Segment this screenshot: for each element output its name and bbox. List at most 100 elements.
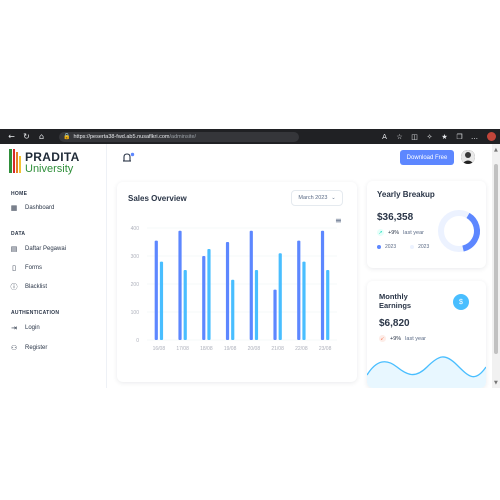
scroll-down-icon[interactable]: ▼: [494, 380, 498, 386]
chart-bar-series-2[interactable]: [254, 270, 259, 340]
lock-icon: 🔒: [63, 133, 71, 140]
notification-bell-icon[interactable]: [122, 152, 135, 164]
monthly-earnings-card: Monthly Earnings $ $6,820 ↙ +9% last yea…: [367, 281, 486, 388]
y-tick-label: 400: [131, 226, 140, 232]
brand-mark-icon: [9, 149, 21, 173]
monthly-earnings-title: Monthly Earnings: [379, 292, 412, 310]
user-plus-icon: ⚇: [10, 343, 18, 352]
chart-bar-series-1[interactable]: [178, 230, 182, 340]
brand-subtitle: University: [25, 163, 74, 175]
sidebar-item-forms[interactable]: ▯ Forms: [10, 262, 100, 273]
alert-circle-icon: ⓘ: [10, 282, 18, 291]
chart-bar-series-2[interactable]: [183, 270, 187, 340]
sales-overview-title: Sales Overview: [128, 194, 187, 203]
x-tick-label: 21/08: [271, 346, 284, 352]
address-bar[interactable]: 🔒 https://peserta38-fwd.ab5.nusaflkri.co…: [59, 131, 299, 142]
dashboard-icon: ▦: [10, 203, 18, 212]
section-title-data: DATA: [11, 231, 26, 237]
favorites-icon[interactable]: ★: [438, 133, 451, 141]
monthly-change-percent: +9%: [390, 335, 402, 342]
chart-bar-series-2[interactable]: [326, 270, 330, 340]
month-select[interactable]: March 2023 ⌄: [291, 190, 343, 206]
browser-toolbar: ← ↻ ⌂ 🔒 https://peserta38-fwd.ab5.nusafl…: [0, 129, 500, 144]
collections-icon[interactable]: ❐: [453, 133, 466, 141]
download-free-button[interactable]: Download Free: [400, 150, 454, 165]
sidebar-item-label: Blacklist: [25, 283, 48, 290]
y-tick-label: 100: [131, 310, 140, 316]
chart-bar-series-1[interactable]: [249, 230, 253, 340]
chart-bar-series-1[interactable]: [273, 289, 277, 340]
split-screen-icon[interactable]: ◫: [408, 133, 421, 141]
legend-dot: [410, 245, 415, 249]
monthly-change-note: last year: [405, 335, 426, 342]
legend-label: 2023: [418, 244, 430, 250]
chart-bar-series-1[interactable]: [320, 230, 325, 340]
chart-bar-series-1[interactable]: [202, 256, 206, 340]
extensions-icon[interactable]: ✧: [423, 133, 436, 141]
page-scrollbar[interactable]: ▲ ▼: [492, 144, 500, 388]
more-options-icon[interactable]: …: [468, 133, 481, 141]
x-tick-label: 23/08: [319, 346, 332, 352]
yearly-donut-chart: [438, 210, 480, 253]
chart-bar-series-2[interactable]: [207, 249, 211, 340]
legend-dot: [377, 245, 381, 249]
yearly-legend: 2023 2023: [377, 244, 439, 250]
sidebar-item-login[interactable]: ⇥ Login: [10, 322, 100, 333]
yearly-breakup-card: Yearly Breakup $36,358 ↗ +9% last year 2…: [367, 181, 486, 268]
sidebar-item-blacklist[interactable]: ⓘ Blacklist: [10, 281, 100, 292]
refresh-icon[interactable]: ↻: [19, 132, 34, 141]
chart-bar-series-2[interactable]: [159, 261, 164, 340]
yearly-change-percent: +9%: [388, 229, 400, 236]
sidebar-item-daftar-pegawai[interactable]: ▤ Daftar Pegawai: [10, 243, 100, 254]
yearly-breakup-title: Yearly Breakup: [377, 190, 435, 199]
x-tick-label: 16/08: [153, 346, 166, 352]
y-tick-label: 200: [131, 282, 140, 288]
browser-window: ← ↻ ⌂ 🔒 https://peserta38-fwd.ab5.nusafl…: [0, 129, 500, 388]
avatar[interactable]: [461, 150, 475, 164]
section-title-home: HOME: [11, 191, 28, 197]
sidebar: PRADITA University HOME ▦ Dashboard DATA…: [0, 144, 107, 388]
chevron-down-icon: ⌄: [331, 195, 336, 201]
chart-bar-series-1[interactable]: [225, 242, 230, 340]
scrollbar-thumb[interactable]: [494, 164, 498, 354]
sidebar-item-label: Daftar Pegawai: [25, 245, 67, 252]
x-tick-label: 22/08: [295, 346, 308, 352]
sidebar-item-register[interactable]: ⚇ Register: [10, 342, 100, 353]
scroll-up-icon[interactable]: ▲: [494, 147, 498, 153]
topbar: Download Free: [107, 144, 492, 174]
x-tick-label: 19/08: [224, 346, 237, 352]
sidebar-item-label: Login: [25, 324, 40, 331]
arrow-up-icon: ↗: [377, 229, 384, 236]
browser-actions: A ☆ ◫ ✧ ★ ❐ …: [378, 132, 496, 141]
chart-bar-series-2[interactable]: [302, 261, 306, 340]
profile-avatar[interactable]: [487, 132, 496, 141]
section-title-authentication: AUTHENTICATION: [11, 310, 60, 316]
sidebar-item-label: Register: [25, 344, 48, 351]
home-icon[interactable]: ⌂: [34, 132, 49, 141]
chart-bar-series-1[interactable]: [297, 240, 301, 340]
y-tick-label: 300: [131, 254, 140, 260]
dollar-icon[interactable]: $: [453, 294, 469, 310]
read-aloud-icon[interactable]: A: [378, 133, 391, 141]
month-select-value: March 2023: [298, 195, 328, 201]
yearly-change-note: last year: [403, 229, 424, 236]
brand-name: PRADITA: [25, 150, 80, 164]
chart-bar-series-1[interactable]: [154, 240, 158, 340]
favorite-icon[interactable]: ☆: [393, 133, 406, 141]
x-tick-label: 20/08: [248, 346, 261, 352]
url-host: https://peserta38-fwd.ab5.nusaflkri.com: [73, 133, 170, 140]
x-tick-label: 18/08: [200, 346, 213, 352]
monthly-change: ↙ +9% last year: [379, 335, 426, 342]
login-icon: ⇥: [11, 323, 17, 332]
sidebar-item-label: Forms: [25, 264, 42, 271]
back-icon[interactable]: ←: [4, 132, 19, 141]
x-tick-label: 17/08: [176, 346, 189, 352]
page: ← ↻ ⌂ 🔒 https://peserta38-fwd.ab5.nusafl…: [0, 0, 500, 500]
chart-bar-series-2[interactable]: [231, 279, 235, 340]
brand-logo[interactable]: PRADITA University: [9, 148, 99, 176]
file-icon: ▯: [12, 263, 16, 272]
yearly-breakup-value: $36,358: [377, 212, 414, 223]
monthly-earnings-value: $6,820: [379, 318, 410, 329]
sidebar-item-dashboard[interactable]: ▦ Dashboard: [10, 202, 100, 213]
chart-bar-series-2[interactable]: [278, 253, 282, 340]
